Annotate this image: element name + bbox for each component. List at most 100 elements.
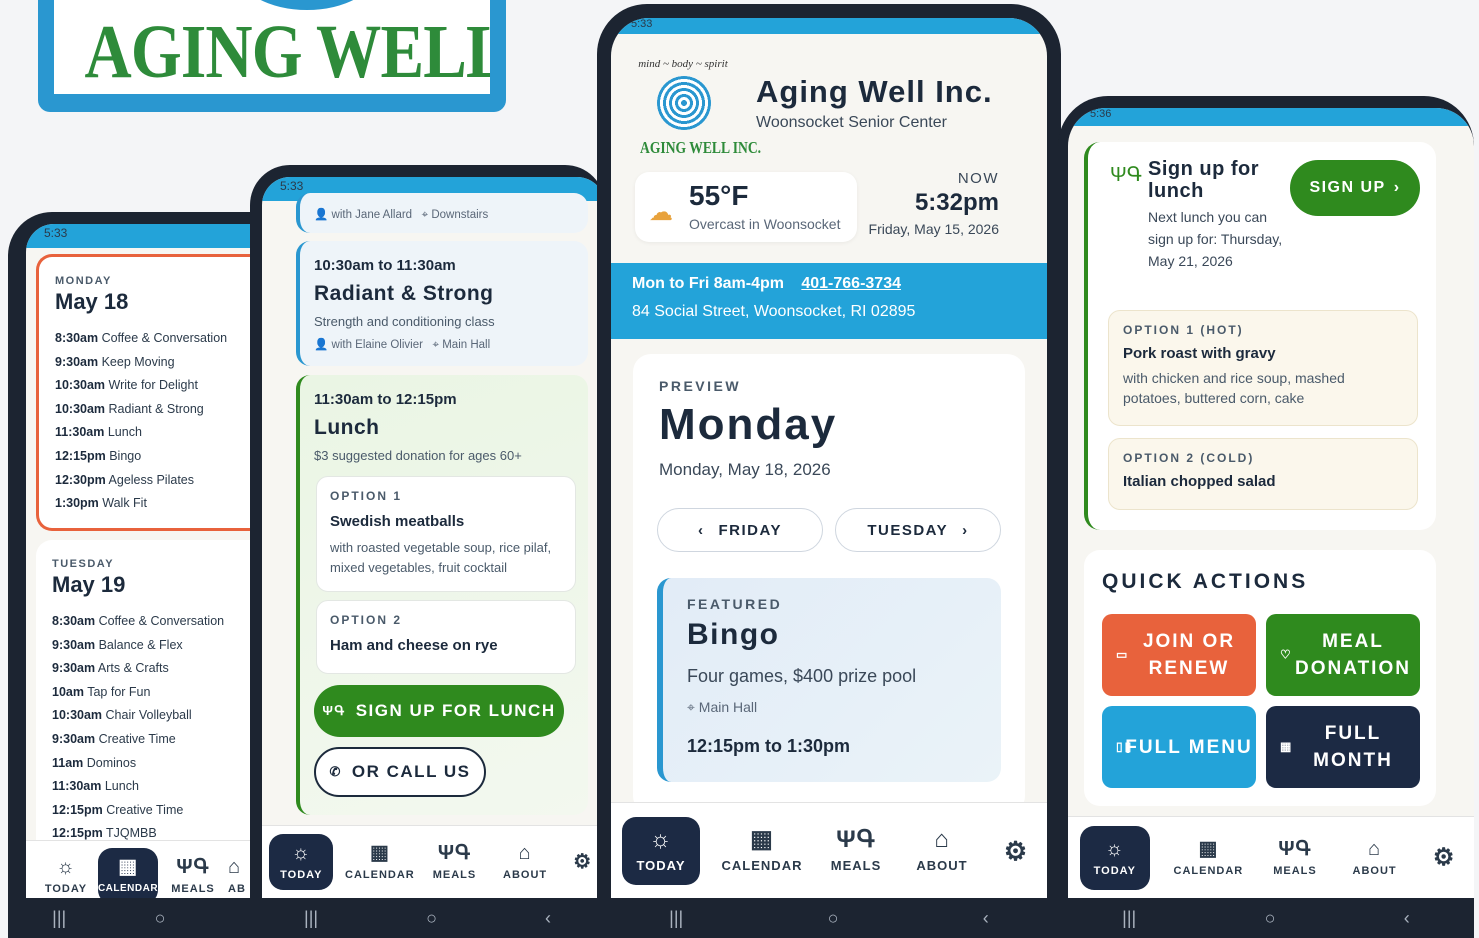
signup-desc: Next lunch you can sign up for: Thursday… [1148, 209, 1283, 269]
phone-day-detail: 5:33 👤 with Jane Allard ⌖ Downstairs 10:… [250, 165, 605, 938]
lunch-option-1: OPTION 1 Swedish meatballs with roasted … [316, 476, 576, 592]
full-menu-button[interactable]: ▯▯ FULL MENU [1102, 706, 1256, 788]
event-card-previous[interactable]: 👤 with Jane Allard ⌖ Downstairs [296, 193, 588, 233]
sun-icon: ☼ [1105, 837, 1125, 860]
home-button-icon[interactable]: ○ [828, 908, 839, 929]
nav-about[interactable]: ⌂ ABOUT [1347, 826, 1403, 890]
event-card-radiant-strong[interactable]: 10:30am to 11:30am Radiant & Strong Stre… [296, 241, 588, 366]
chevron-right-icon: › [962, 521, 969, 539]
calendar-event[interactable]: 9:30am Arts & Crafts [52, 657, 280, 681]
event-title: Creative Time [106, 802, 184, 817]
nav-meals[interactable]: ΨԳ MEALS [426, 835, 482, 889]
home-icon: ⌂ [518, 842, 532, 864]
nav-meals[interactable]: ΨԳ MEALS [1267, 826, 1323, 890]
nav-today[interactable]: ☼ TODAY [622, 816, 700, 885]
nav-calendar[interactable]: ▦ CALENDAR [722, 817, 802, 885]
featured-event-card[interactable]: FEATURED Bingo Four games, $400 prize po… [657, 578, 1001, 782]
calendar-event[interactable]: 11:30am Lunch [55, 421, 280, 445]
recents-icon[interactable]: ||| [669, 908, 683, 929]
calendar-event[interactable]: 1:30pm Walk Fit [55, 492, 280, 516]
nav-meals[interactable]: ΨԳ MEALS [824, 817, 888, 885]
day-of-week: MONDAY [55, 275, 112, 287]
nav-today[interactable]: ☼ TODAY [40, 849, 92, 899]
recents-icon[interactable]: ||| [304, 908, 318, 929]
calendar-event[interactable]: 12:30pm Ageless Pilates [55, 469, 280, 493]
calendar-event[interactable]: 8:30am Coffee & Conversation [55, 327, 280, 351]
quick-actions-title: QUICK ACTIONS [1102, 570, 1309, 593]
join-renew-button[interactable]: ▭ JOIN OR RENEW [1102, 614, 1256, 696]
event-time: 11am [52, 755, 84, 770]
logo-text: AGING WELL INC. [84, 10, 490, 94]
phone-link[interactable]: 401-766-3734 [801, 275, 901, 292]
back-icon[interactable]: ‹ [545, 908, 551, 929]
event-time: 11:30am [55, 425, 105, 440]
event-title: Radiant & Strong [314, 282, 494, 305]
quick-actions-card: QUICK ACTIONS ▭ JOIN OR RENEW ♡ MEAL DONAT… [1084, 550, 1436, 806]
nav-calendar[interactable]: ▦ CALENDAR [345, 835, 414, 889]
lunch-time: 11:30am to 12:15pm [314, 391, 457, 408]
event-title: Walk Fit [102, 496, 147, 511]
location-icon: ⌖ [687, 699, 695, 715]
prev-day-button[interactable]: ‹ FRIDAY [657, 508, 823, 552]
hours-text: Mon to Fri 8am-4pm [632, 275, 785, 292]
nav-meals[interactable]: ΨԳ MEALS [164, 849, 222, 899]
back-icon[interactable]: ‹ [1404, 908, 1410, 929]
preview-day: Monday [659, 400, 838, 449]
event-title: Chair Volleyball [105, 708, 192, 723]
calendar-icon: ▦ [750, 826, 774, 853]
calendar-event[interactable]: 10:30am Radiant & Strong [55, 398, 280, 422]
nav-today[interactable]: ☼ TODAY [269, 834, 334, 890]
fork-knife-icon: ΨԳ [437, 842, 472, 864]
calendar-event[interactable]: 11:30am Lunch [52, 775, 280, 799]
preview-date: Monday, May 18, 2026 [659, 460, 831, 479]
calendar-event[interactable]: 9:30am Keep Moving [55, 351, 280, 375]
fork-knife-icon: ΨԳ [1278, 837, 1312, 860]
event-title: Lunch [107, 425, 142, 440]
nav-today[interactable]: ☼ TODAY [1079, 825, 1150, 890]
calendar-event[interactable]: 10:30am Chair Volleyball [52, 704, 280, 728]
event-time: 10:30am [52, 708, 103, 723]
sign-up-button[interactable]: SIGN UP › [1290, 160, 1420, 216]
nav-calendar[interactable]: ▦ CALENDAR [98, 847, 158, 898]
event-time: 10:30am [55, 401, 106, 416]
preview-label: PREVIEW [659, 378, 742, 394]
nav-about[interactable]: ⌂ ABOUT [497, 835, 553, 889]
home-button-icon[interactable]: ○ [426, 908, 437, 929]
now-block: NOW 5:32pm Friday, May 15, 2026 [868, 170, 999, 237]
home-button-icon[interactable]: ○ [1265, 908, 1276, 929]
home-button-icon[interactable]: ○ [155, 908, 166, 929]
sun-icon: ☼ [291, 842, 311, 864]
calendar-event[interactable]: 10:30am Write for Delight [55, 374, 280, 398]
nav-settings[interactable]: ⚙ [568, 835, 598, 889]
recents-icon[interactable]: ||| [1122, 908, 1136, 929]
gear-icon: ⚙ [573, 851, 593, 873]
calendar-event[interactable]: 12:15pm Bingo [55, 445, 280, 469]
phone-meals: 5:36 ΨԳ Sign up for lunch SIGN UP › Next … [1058, 96, 1474, 938]
event-title: Balance & Flex [98, 637, 183, 652]
calendar-event[interactable]: 9:30am Creative Time [52, 728, 280, 752]
meal-donation-button[interactable]: ♡ MEAL DONATION [1266, 614, 1420, 696]
event-title: Coffee & Conversation [101, 331, 228, 345]
full-month-button[interactable]: ▦ FULL MONTH [1266, 706, 1420, 788]
calendar-event[interactable]: 12:15pm Creative Time [52, 799, 280, 823]
calendar-event[interactable]: 10am Tap for Fun [52, 681, 280, 705]
calendar-event[interactable]: 8:30am Coffee & Conversation [52, 610, 280, 634]
event-time: 11:30am [52, 779, 102, 794]
event-title: Lunch [104, 779, 139, 794]
sign-up-for-lunch-button[interactable]: ΨԳ SIGN UP FOR LUNCH [314, 685, 564, 737]
status-bar: 5:36 [1068, 108, 1474, 126]
book-icon: ▯▯ [1116, 739, 1134, 754]
nav-settings[interactable]: ⚙ [1426, 826, 1462, 890]
event-time: 10am [52, 684, 84, 699]
recents-icon[interactable]: ||| [52, 908, 66, 929]
address-text: 84 Social Street, Woonsocket, RI 02895 [632, 303, 916, 320]
nav-settings[interactable]: ⚙ [996, 817, 1036, 885]
nav-calendar[interactable]: ▦ CALENDAR [1173, 826, 1243, 890]
back-icon[interactable]: ‹ [983, 908, 989, 929]
next-day-button[interactable]: TUESDAY › [835, 508, 1001, 552]
calendar-event[interactable]: 9:30am Balance & Flex [52, 634, 280, 658]
calendar-event[interactable]: 11am Dominos [52, 752, 280, 776]
call-us-button[interactable]: ✆ OR CALL US [314, 747, 486, 797]
nav-about[interactable]: ⌂ ABOUT [910, 817, 974, 885]
event-time: 12:30pm [55, 472, 106, 487]
